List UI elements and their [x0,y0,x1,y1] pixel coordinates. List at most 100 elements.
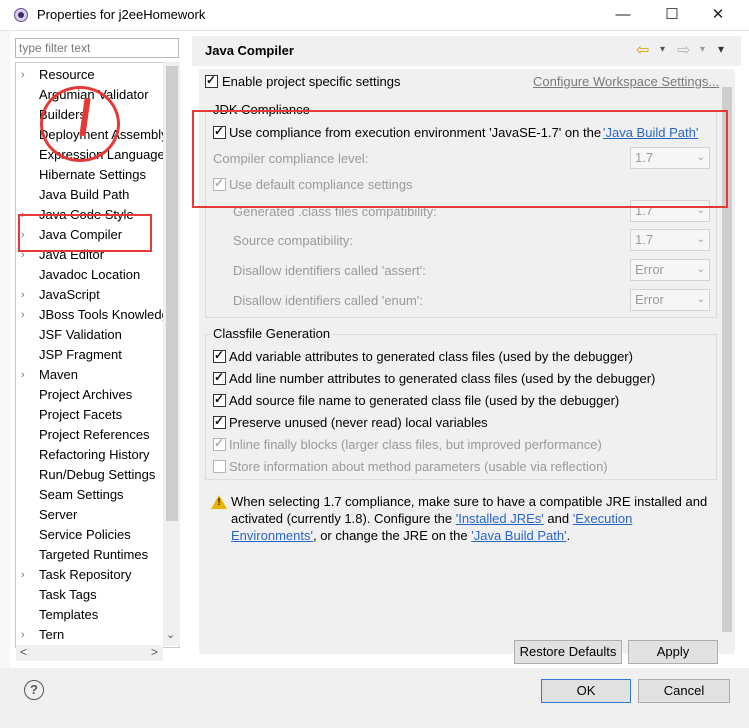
enable-specific-checkbox[interactable] [205,73,218,88]
tree-item-label: Run/Debug Settings [39,467,156,482]
back-arrow-icon[interactable]: ⇦ [636,40,649,60]
chevron-right-icon[interactable]: › [21,365,31,385]
tree-item-label: Templates [39,607,99,622]
tree-item[interactable]: › Resource [16,65,166,85]
tree-item[interactable]: Service Policies [16,525,166,545]
tree-item-label: Project Facets [39,407,123,422]
assert-value: Error [635,262,664,277]
chevron-right-icon[interactable]: › [21,625,31,645]
close-button[interactable]: ✕ [696,0,740,30]
help-icon[interactable]: ? [24,680,44,700]
execution-environments-link[interactable]: 'Execution [573,511,633,526]
tree-item[interactable]: Targeted Runtimes [16,545,166,565]
inline-finally-checkbox[interactable] [213,436,226,451]
tree-item-label: JBoss Tools Knowledge [39,307,177,322]
warning-text: activated (currently 1.8). Configure the [231,511,453,526]
ok-button[interactable]: OK [541,679,631,703]
source-compat-select[interactable]: 1.7 ⌄ [630,229,710,251]
chevron-right-icon[interactable]: › [21,565,31,585]
tree-item[interactable]: Server [16,505,166,525]
add-variable-checkbox[interactable] [213,348,226,363]
add-source-checkbox[interactable] [213,392,226,407]
tree-item[interactable]: › JavaScript [16,285,166,305]
tree-item-label: Project References [39,427,150,442]
installed-jres-link[interactable]: 'Installed JREs' [456,511,544,526]
tree-item[interactable]: Javadoc Location [16,265,166,285]
java-build-path-link-2[interactable]: 'Java Build Path' [471,528,566,543]
window-title: Properties for j2eeHomework [37,7,206,22]
forward-arrow-icon[interactable]: ⇨ [677,40,690,60]
tree-item-label: JSF Validation [39,327,122,342]
assert-select[interactable]: Error ⌄ [630,259,710,281]
tree-scroll-left-icon[interactable]: < [20,645,27,659]
chevron-right-icon[interactable]: › [21,305,31,325]
tree-item[interactable]: › Tern [16,625,166,645]
tree-item-label: Javadoc Location [39,267,141,282]
assert-label: Disallow identifiers called 'assert': [233,263,426,278]
tree-item[interactable]: JSF Validation [16,325,166,345]
tree-item[interactable]: › Maven [16,365,166,385]
tree-item[interactable]: › Task Repository [16,565,166,585]
tree-item[interactable]: Hibernate Settings [16,165,166,185]
tree-item[interactable]: JSP Fragment [16,345,166,365]
execution-environments-link-cont[interactable]: Environments' [231,528,313,543]
source-compat-value: 1.7 [635,232,654,247]
warning-text: , or change the JRE on the [312,528,468,543]
chevron-down-icon: ⌄ [696,234,705,245]
filter-input[interactable] [15,38,179,58]
tree-scroll-right-icon[interactable]: > [151,645,158,659]
warning-exclamation: ! [217,497,221,508]
chevron-right-icon[interactable]: › [21,285,31,305]
tree-item[interactable]: Seam Settings [16,485,166,505]
tree-horizontal-scrollbar[interactable] [16,645,163,661]
back-menu-icon[interactable]: ▾ [660,44,665,55]
tree-scroll-thumb[interactable] [166,66,178,521]
add-line-label: Add line number attributes to generated … [229,371,656,386]
apply-button[interactable]: Apply [628,640,718,664]
cancel-button[interactable]: Cancel [638,679,730,703]
store-params-checkbox[interactable] [213,460,226,473]
add-line-checkbox[interactable] [213,370,226,385]
enum-select[interactable]: Error ⌄ [630,289,710,311]
tree-item-label: JSP Fragment [39,347,122,362]
tree-item[interactable]: › JBoss Tools Knowledge [16,305,176,325]
view-menu-icon[interactable]: ▾ [718,42,724,56]
preserve-unused-checkbox[interactable] [213,414,226,429]
tree-item-label: Task Repository [39,567,132,582]
chevron-down-icon: ⌄ [696,264,705,275]
configure-workspace-link[interactable]: Configure Workspace Settings... [533,74,719,89]
annotation-box-java-compiler [18,214,152,252]
tree-item[interactable]: Project Facets [16,405,166,425]
tree-item-label: Resource [39,67,95,82]
inline-finally-label: Inline finally blocks (larger class file… [229,437,602,452]
eclipse-icon [14,8,28,22]
tree-item-label: Seam Settings [39,487,124,502]
tree-item[interactable]: Task Tags [16,585,166,605]
add-source-label: Add source file name to generated class … [229,393,620,408]
forward-menu-icon[interactable]: ▾ [700,44,705,55]
tree-item[interactable]: Templates [16,605,166,625]
tree-item-label: Java Build Path [39,187,130,202]
chevron-right-icon[interactable]: › [21,65,31,85]
page-title: Java Compiler [205,43,294,58]
tree-item-label: Service Policies [39,527,131,542]
minimize-button[interactable]: — [601,0,645,30]
tree-item-label: Project Archives [39,387,133,402]
background-editor-strip [0,30,10,670]
classfile-generation-title: Classfile Generation [211,326,333,341]
dialog-footer [0,668,749,728]
tree-scroll-down-icon[interactable]: ⌄ [166,628,175,641]
restore-defaults-button[interactable]: Restore Defaults [514,640,622,664]
tree-item[interactable]: Refactoring History [16,445,166,465]
tree-item[interactable]: Project References [16,425,166,445]
tree-item-label: Hibernate Settings [39,167,146,182]
tree-item-label: Maven [39,367,79,382]
tree-item[interactable]: Run/Debug Settings [16,465,166,485]
maximize-button[interactable]: ☐ [650,0,694,30]
tree-item-label: Targeted Runtimes [39,547,149,562]
preserve-unused-label: Preserve unused (never read) local varia… [229,415,488,430]
tree-item[interactable]: Project Archives [16,385,166,405]
enable-specific-label: Enable project specific settings [222,74,401,89]
source-compat-label: Source compatibility: [233,233,353,248]
tree-item[interactable]: Java Build Path [16,185,166,205]
